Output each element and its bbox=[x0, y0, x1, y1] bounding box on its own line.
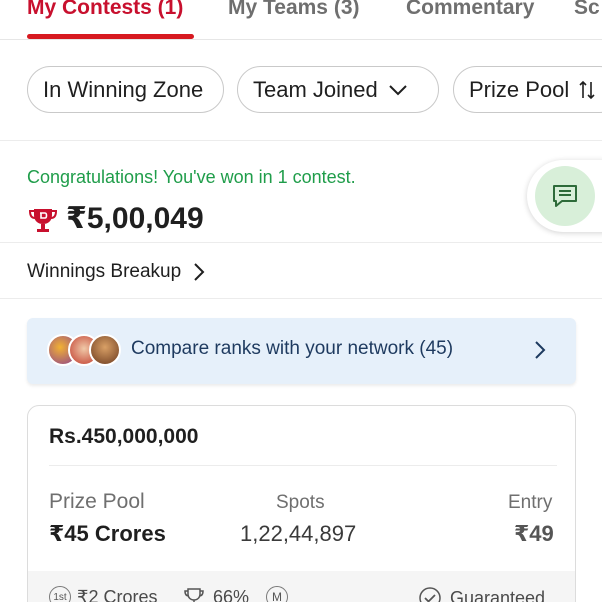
filter-label: In Winning Zone bbox=[43, 76, 204, 102]
active-tab-indicator bbox=[27, 34, 194, 39]
tab-scorecard[interactable]: Sc bbox=[574, 0, 600, 20]
win-percent-value: 66% bbox=[213, 586, 250, 602]
winnings-breakup-label: Winnings Breakup bbox=[27, 261, 182, 282]
entry-label: Entry bbox=[508, 492, 553, 513]
first-prize-amount: ₹2 Crores bbox=[77, 586, 158, 602]
entry-value: ₹49 bbox=[514, 521, 554, 546]
congrats-message: Congratulations! You've won in 1 contest… bbox=[27, 167, 356, 187]
chevron-down-icon bbox=[389, 84, 407, 95]
divider bbox=[0, 242, 602, 243]
compare-ranks-banner[interactable]: Compare ranks with your network (45) bbox=[27, 318, 576, 384]
avatar bbox=[89, 334, 121, 366]
trophy-outline-icon bbox=[184, 588, 204, 602]
tab-commentary[interactable]: Commentary bbox=[406, 0, 534, 20]
filter-prize-pool[interactable]: Prize Pool bbox=[453, 66, 602, 113]
tab-my-contests[interactable]: My Contests (1) bbox=[27, 0, 183, 20]
contest-tabs: My Contests (1) My Teams (3) Commentary … bbox=[0, 0, 602, 40]
prize-pool-value: ₹45 Crores bbox=[49, 521, 166, 546]
winning-amount: ₹5,00,049 bbox=[66, 202, 204, 235]
check-circle-icon bbox=[419, 587, 441, 602]
first-prize-badge: 1st bbox=[49, 586, 71, 602]
win-percentage: 66% bbox=[183, 586, 249, 602]
trophy-icon bbox=[28, 209, 58, 232]
divider bbox=[0, 298, 602, 299]
guaranteed-label: Guaranteed bbox=[450, 587, 546, 602]
sort-icon bbox=[579, 80, 595, 99]
chat-button[interactable] bbox=[527, 160, 602, 232]
contest-title: Rs.450,000,000 bbox=[49, 425, 199, 448]
contest-card[interactable]: Rs.450,000,000 Prize Pool ₹45 Crores Spo… bbox=[27, 405, 576, 602]
prize-pool-label: Prize Pool bbox=[49, 490, 145, 513]
guaranteed-indicator: Guaranteed bbox=[418, 586, 545, 602]
divider bbox=[49, 465, 557, 466]
chevron-right-icon bbox=[535, 341, 546, 359]
compare-ranks-text: Compare ranks with your network (45) bbox=[131, 338, 454, 359]
network-avatars bbox=[47, 334, 122, 368]
tab-my-teams[interactable]: My Teams (3) bbox=[228, 0, 360, 20]
filter-label: Team Joined bbox=[253, 76, 378, 102]
chat-icon bbox=[553, 185, 577, 207]
filter-label: Prize Pool bbox=[469, 76, 570, 102]
chevron-right-icon bbox=[194, 263, 205, 281]
multi-entry-indicator: M bbox=[266, 586, 288, 602]
winnings-breakup-link[interactable]: Winnings Breakup bbox=[27, 261, 205, 283]
divider bbox=[0, 140, 602, 141]
first-prize: 1st ₹2 Crores bbox=[49, 586, 157, 602]
spots-label: Spots bbox=[276, 492, 325, 513]
multi-entry-badge: M bbox=[266, 586, 288, 602]
spots-value: 1,22,44,897 bbox=[240, 521, 357, 546]
contest-card-footer: 1st ₹2 Crores 66% M Guaranteed bbox=[28, 571, 575, 602]
filter-in-winning-zone[interactable]: In Winning Zone bbox=[27, 66, 224, 113]
chat-button-bg bbox=[535, 166, 595, 226]
filter-team-joined[interactable]: Team Joined bbox=[237, 66, 439, 113]
